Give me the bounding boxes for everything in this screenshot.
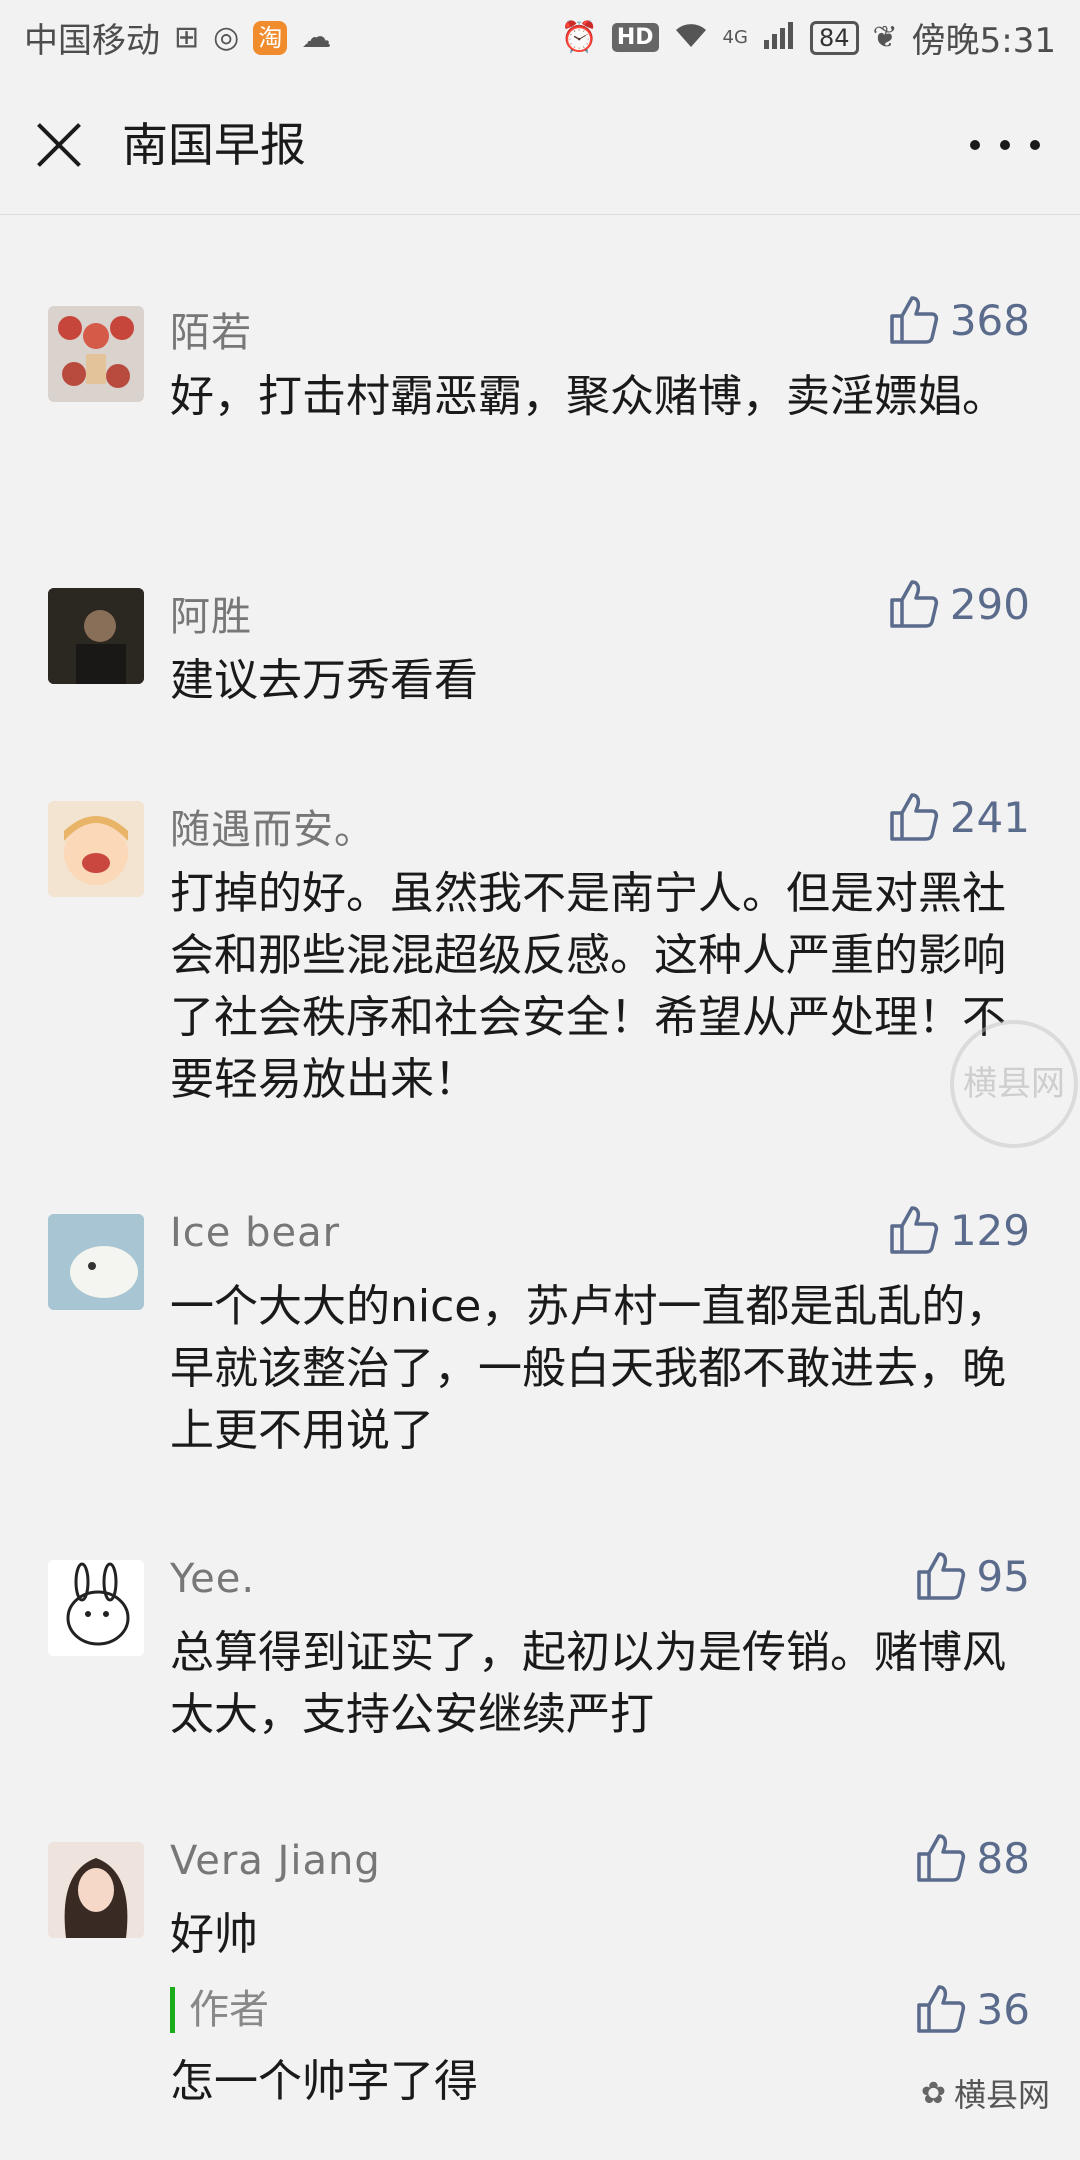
leaf-icon: ❦	[872, 19, 898, 55]
avatar[interactable]	[48, 1842, 144, 1938]
like-button[interactable]: 241	[888, 791, 1030, 843]
carrier-label: 中国移动	[24, 21, 160, 61]
taobao-icon: 淘	[253, 20, 288, 55]
commenter-name: Yee.	[170, 1556, 256, 1602]
like-count: 368	[949, 295, 1030, 345]
cloud-icon: ☁	[301, 19, 332, 55]
activity-icon: ⊞	[174, 19, 200, 55]
author-label: 作者	[170, 1987, 269, 2033]
avatar[interactable]	[48, 1560, 144, 1656]
like-button[interactable]: 368	[888, 294, 1030, 346]
thumbs-up-icon	[916, 1985, 965, 2033]
like-count: 95	[976, 1551, 1030, 1601]
network-type: 4G	[722, 27, 748, 48]
commenter-name: Ice bear	[170, 1210, 341, 1256]
reply-text: 怎一个帅字了得	[170, 2056, 478, 2107]
thumbs-up-icon	[890, 296, 938, 344]
like-button[interactable]: 36	[915, 1983, 1030, 2035]
status-bar: 中国移动 ⊞ ◎ 淘 ☁ ⏰ HD 4G 84 ❦ 傍晚5:31	[0, 0, 1080, 75]
signal-icon	[762, 20, 796, 56]
thumbs-up-icon	[916, 1552, 965, 1600]
close-button[interactable]	[34, 120, 84, 170]
more-options-button[interactable]	[970, 125, 1040, 165]
like-count: 36	[976, 1984, 1030, 2034]
like-button[interactable]: 95	[915, 1550, 1030, 1602]
thumbs-up-icon	[890, 1206, 938, 1254]
like-count: 88	[976, 1833, 1030, 1883]
status-time: 傍晚5:31	[911, 21, 1056, 61]
watermark-text: 横县网	[953, 2076, 1050, 2114]
avatar[interactable]	[48, 801, 144, 897]
commenter-name: 阿胜	[170, 594, 252, 640]
thumbs-up-icon	[916, 1834, 965, 1882]
like-count: 290	[949, 579, 1030, 629]
avatar[interactable]	[48, 306, 144, 402]
page-title: 南国早报	[122, 118, 306, 172]
like-button[interactable]: 88	[915, 1832, 1030, 1884]
wifi-icon	[673, 20, 709, 56]
comment-text: 总算得到证实了，起初以为是传销。赌博风太大，支持公安继续严打	[170, 1627, 1006, 1740]
avatar[interactable]	[48, 588, 144, 684]
like-button[interactable]: 290	[888, 578, 1030, 630]
like-count: 241	[949, 792, 1030, 842]
nav-bar: 南国早报	[0, 75, 1080, 215]
avatar[interactable]	[48, 1214, 144, 1310]
comment-text: 打掉的好。虽然我不是南宁人。但是对黑社会和那些混混超级反感。这种人严重的影响了社…	[170, 868, 1006, 1105]
battery-indicator: 84	[809, 20, 859, 55]
hd-icon: HD	[611, 23, 659, 52]
comment-text: 一个大大的nice，苏卢村一直都是乱乱的，早就该整治了，一般白天我都不敢进去，晚…	[170, 1281, 1010, 1456]
commenter-name: Vera Jiang	[170, 1838, 381, 1884]
watermark-logo: ✿ 横县网	[921, 2070, 1050, 2116]
comment-text: 好，打击村霸恶霸，聚众赌博，卖淫嫖娼。	[170, 371, 1006, 422]
thumbs-up-icon	[890, 793, 938, 841]
watermark-stamp: 横县网	[950, 1020, 1078, 1148]
weibo-icon: ◎	[213, 19, 240, 55]
thumbs-up-icon	[890, 580, 938, 628]
commenter-name: 随遇而安。	[170, 807, 375, 853]
commenter-name: 陌若	[170, 310, 252, 356]
comment-text: 好帅	[170, 1909, 258, 1960]
comment-text: 建议去万秀看看	[170, 655, 478, 706]
like-button[interactable]: 129	[888, 1204, 1030, 1256]
alarm-icon: ⏰	[560, 19, 598, 55]
like-count: 129	[949, 1205, 1030, 1255]
wechat-icon: ✿	[920, 2075, 946, 2111]
